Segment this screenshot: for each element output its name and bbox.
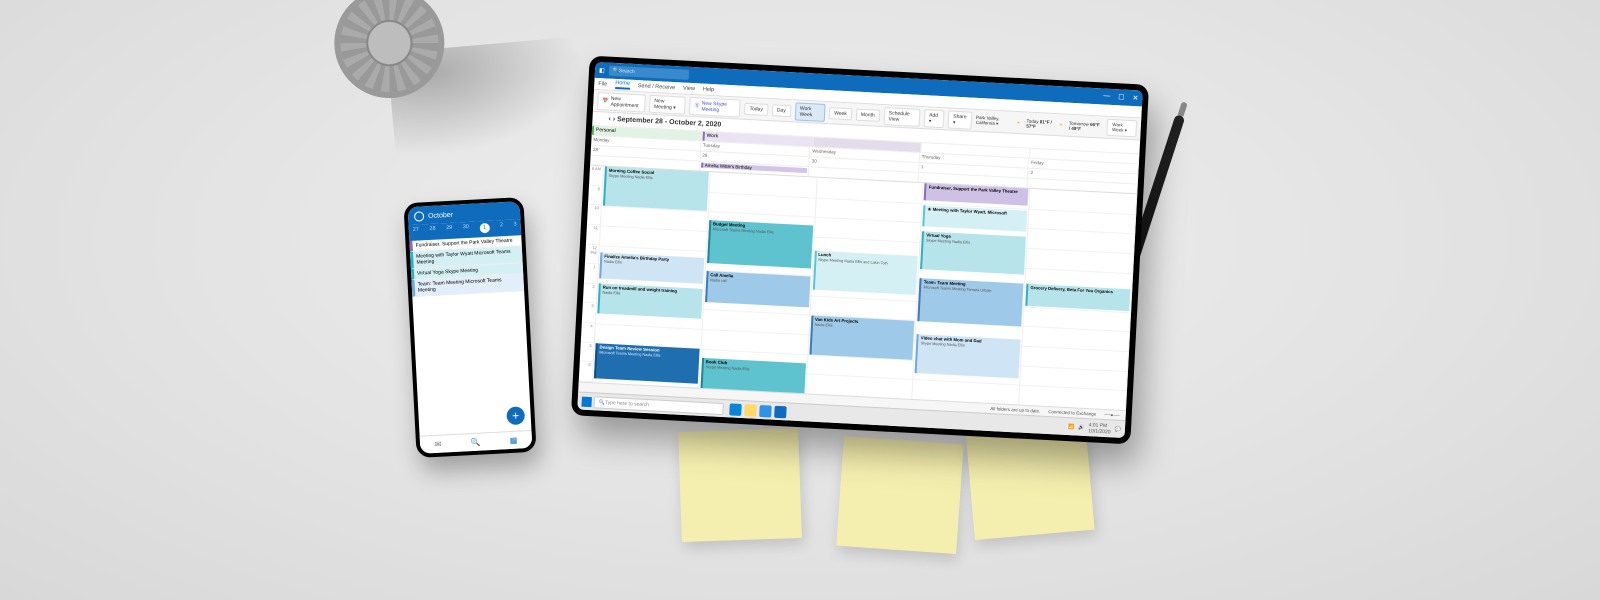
calendar-event[interactable]: Morning Coffee SocialSkype Meeting Nadia…	[603, 167, 709, 211]
calendar-icon[interactable]: ▦	[510, 436, 518, 445]
phone-agenda-list[interactable]: Fundraiser, Support the Park Valley Thea…	[409, 235, 531, 436]
taskbar-search-input[interactable]: 🔍 Type here to search	[593, 396, 723, 415]
add-button[interactable]: Add ▾	[924, 109, 945, 128]
menu-home[interactable]: Home	[615, 80, 630, 90]
sticky-note	[836, 436, 963, 554]
view-day-button[interactable]: Day	[772, 104, 792, 117]
menu-help[interactable]: Help	[703, 86, 715, 93]
menu-view[interactable]: View	[683, 85, 695, 92]
outlook-icon: ◧	[599, 67, 605, 74]
tablet-device: ◧ 🔍 Search — ☐ ✕ File Home Send / Receiv…	[571, 56, 1149, 445]
calendar-event[interactable]: Book ClubSkype Meeting Nadia Ellis	[700, 358, 805, 394]
weather-location[interactable]: Park Valley, California ▾	[976, 115, 1011, 128]
calendar-event[interactable]: Finalize Amelia's Birthday PartyNadia El…	[599, 253, 704, 284]
sticky-note	[678, 428, 802, 542]
search-icon[interactable]: 🔍	[470, 438, 480, 448]
taskbar-pinned-apps	[729, 403, 787, 418]
view-selector[interactable]: Work Week ▾	[1107, 119, 1137, 138]
weather-tomorrow: Tomorrow 66°F / 49°F	[1069, 120, 1102, 132]
calendar-event[interactable]: ★ Meeting with Taylor Wyatt, Microsoft	[923, 205, 1028, 232]
sun-icon: ☀	[1059, 122, 1063, 128]
calendar-plus-icon: 📅	[602, 98, 609, 104]
weather-today: Today 81°F / 57°F	[1026, 118, 1053, 129]
calendar-grid[interactable]: 8 AM910 1112 PM1 234 56 Morning Coffee S…	[579, 166, 1138, 410]
outlook-icon[interactable]	[414, 211, 425, 222]
new-meeting-button[interactable]: New Meeting ▾	[649, 94, 686, 114]
calendar-event[interactable]: Virtual YogaSkype Meeting Nadia Ellis	[920, 231, 1026, 275]
outlook-taskbar-icon[interactable]	[774, 405, 787, 418]
day-col-tue: Budget MeetingMicrosoft Teams Meeting Na…	[699, 172, 817, 393]
prev-week-button[interactable]: ‹ ›	[608, 116, 615, 123]
calendar-event[interactable]: Budget MeetingMicrosoft Teams Meeting Na…	[707, 220, 813, 269]
day-col-wed: LunchSkype Meeting Nadia Ellis and Lakin…	[806, 178, 924, 399]
day-col-mon: Morning Coffee SocialSkype Meeting Nadia…	[593, 166, 711, 387]
zoom-slider[interactable]: ──●──	[1104, 412, 1120, 418]
tray-clock[interactable]: 4:01 PM10/1/2020	[1088, 422, 1111, 435]
outlook-window: ◧ 🔍 Search — ☐ ✕ File Home Send / Receiv…	[577, 62, 1142, 438]
tray-wifi-icon[interactable]: 📶	[1068, 424, 1075, 430]
calendar-event[interactable]: Call AmeliaNadia call	[705, 271, 810, 307]
minimize-button[interactable]: —	[1103, 93, 1110, 101]
explorer-icon[interactable]	[744, 404, 757, 417]
view-month-button[interactable]: Month	[856, 108, 881, 121]
calendar-event[interactable]: Video chat with Mom and DadSkype Meeting…	[915, 334, 1021, 378]
store-icon[interactable]	[759, 404, 772, 417]
tray-volume-icon[interactable]: 🔊	[1078, 424, 1085, 430]
phone-month-label[interactable]: October	[428, 211, 453, 219]
skype-icon: Ⓢ	[694, 102, 699, 109]
menu-file[interactable]: File	[598, 81, 607, 87]
share-button[interactable]: Share ▾	[948, 110, 973, 129]
new-appointment-button[interactable]: 📅New Appointment	[597, 92, 646, 112]
phone-device: October 27 28 29 30 1 2 3 Fundraiser, Su…	[403, 197, 536, 458]
day-col-fri: Grocery Delivery, Beta For You Organics	[1019, 189, 1137, 410]
search-input[interactable]: 🔍 Search	[608, 66, 688, 80]
day-col-thu: Fundraiser, Support the Park Valley Thea…	[913, 183, 1031, 404]
calendar-event[interactable]: Team: Team MeetingMicrosoft Teams Meetin…	[918, 278, 1024, 327]
phone-selected-day[interactable]: 1	[479, 223, 490, 234]
menu-send-receive[interactable]: Send / Receive	[638, 83, 676, 91]
calendar-event[interactable]: Design Team Review SessionMicrosoft Team…	[594, 343, 699, 383]
close-button[interactable]: ✕	[1132, 94, 1138, 102]
edge-icon[interactable]	[729, 403, 742, 416]
new-skype-meeting-button[interactable]: ⓈNew Skype Meeting	[689, 96, 741, 117]
mail-icon[interactable]: ✉	[434, 440, 441, 449]
calendar-event[interactable]: LunchSkype Meeting Nadia Ellis and Lakin…	[812, 251, 918, 295]
today-button[interactable]: Today	[744, 102, 768, 115]
tray-notification-icon[interactable]: 💬	[1115, 426, 1122, 432]
start-button[interactable]	[581, 396, 592, 407]
maximize-button[interactable]: ☐	[1118, 93, 1125, 101]
view-week-button[interactable]: Week	[829, 107, 852, 120]
calendar-event[interactable]: Van Kids Art ProjectsNadia Ellis	[809, 316, 915, 360]
calendar-event[interactable]: Run on treadmill and weight trainingNadi…	[597, 283, 702, 319]
sun-icon: ☀	[1016, 120, 1020, 126]
view-work-week-button[interactable]: Work Week	[794, 102, 825, 122]
schedule-view-button[interactable]: Schedule View	[883, 107, 920, 127]
